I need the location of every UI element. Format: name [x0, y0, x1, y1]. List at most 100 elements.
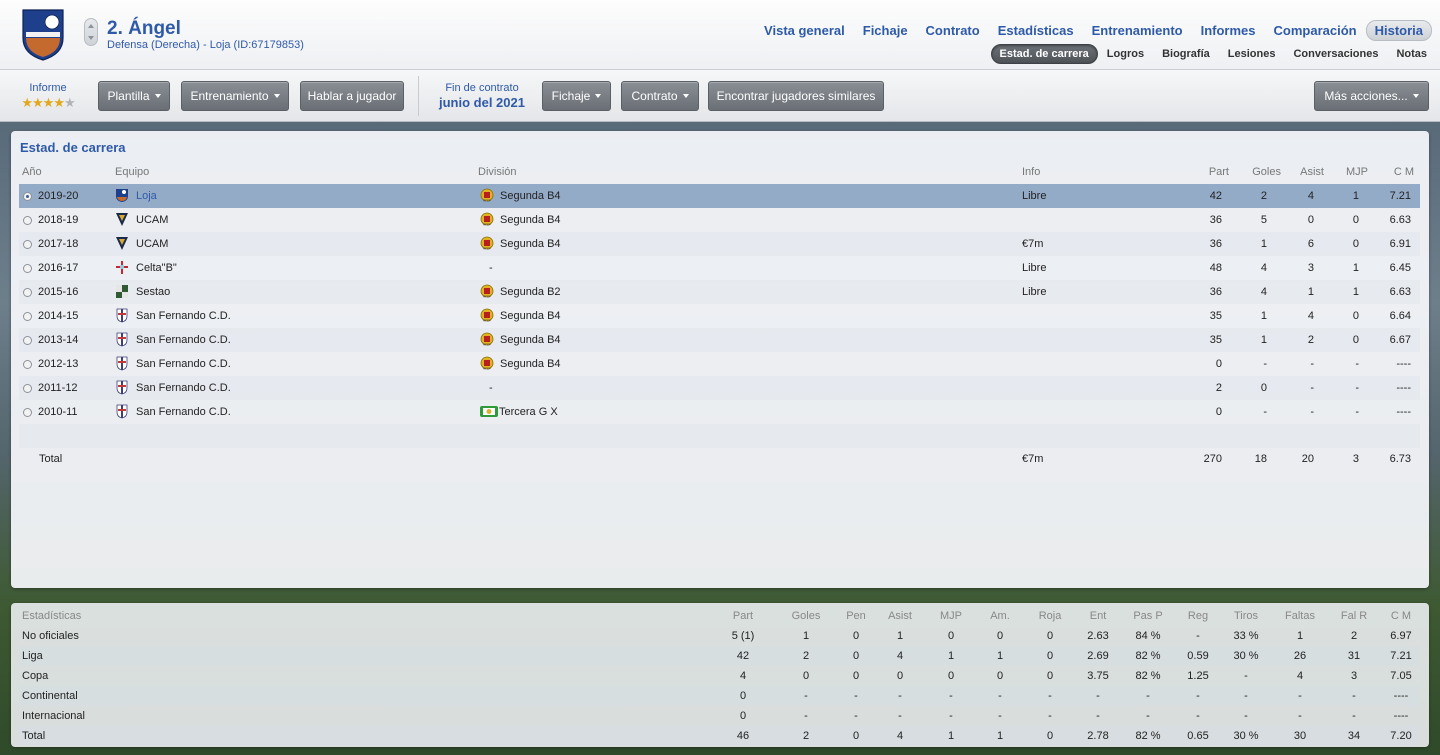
- team-name[interactable]: UCAM: [136, 214, 168, 226]
- row-select-radio[interactable]: [23, 192, 32, 201]
- team-name[interactable]: San Fernando C.D.: [136, 382, 231, 394]
- row-select-radio[interactable]: [23, 264, 32, 273]
- col-goals[interactable]: Goles: [1243, 166, 1281, 178]
- stats-col-header[interactable]: Part: [724, 610, 762, 622]
- subnav-conversations[interactable]: Conversaciones: [1284, 45, 1387, 63]
- division-name[interactable]: Segunda B4: [500, 334, 561, 346]
- team-name[interactable]: San Fernando C.D.: [136, 310, 231, 322]
- stats-col-header[interactable]: C M: [1382, 610, 1420, 622]
- competition-label: Copa: [22, 670, 49, 682]
- row-select-radio[interactable]: [23, 384, 32, 393]
- col-year[interactable]: Año: [22, 166, 42, 178]
- stats-col-header[interactable]: MJP: [932, 610, 970, 622]
- stats-col-header[interactable]: Pas P: [1129, 610, 1167, 622]
- stat-value: 34: [1347, 730, 1361, 742]
- team-crest-icon: [115, 380, 129, 395]
- team-name[interactable]: Loja: [136, 190, 157, 202]
- stats-col-header[interactable]: Am.: [981, 610, 1019, 622]
- player-position-club[interactable]: Defensa (Derecha) - Loja (ID:67179853): [107, 39, 304, 51]
- team-name[interactable]: San Fernando C.D.: [136, 334, 231, 346]
- stats-col-header[interactable]: Estadísticas: [22, 610, 81, 622]
- stats-col-header[interactable]: Roja: [1031, 610, 1069, 622]
- career-row[interactable]: 2011-12 San Fernando C.D. -2 0- - ----: [19, 376, 1420, 400]
- row-select-radio[interactable]: [23, 360, 32, 369]
- talk-to-player-button[interactable]: Hablar a jugador: [300, 81, 404, 111]
- stats-col-header[interactable]: Ent: [1079, 610, 1117, 622]
- col-rating[interactable]: C M: [1381, 166, 1414, 178]
- squad-button[interactable]: Plantilla: [98, 81, 170, 111]
- division-name[interactable]: Segunda B4: [500, 214, 561, 226]
- career-row[interactable]: 2019-20 Loja RFEF Segunda B4 Libre 42 2 4 1 7.21: [19, 184, 1420, 208]
- nav-transfer[interactable]: Fichaje: [854, 20, 917, 41]
- subnav-biography[interactable]: Biografía: [1153, 45, 1219, 63]
- career-row[interactable]: 2010-11 San Fernando C.D. Tercera G X0----…: [19, 400, 1420, 424]
- career-row[interactable]: 2014-15 San Fernando C.D. RFEF Segunda B4 35…: [19, 304, 1420, 328]
- subnav-achievements[interactable]: Logros: [1098, 45, 1153, 63]
- contract-button[interactable]: Contrato: [621, 81, 699, 111]
- row-select-radio[interactable]: [23, 336, 32, 345]
- nav-reports[interactable]: Informes: [1192, 20, 1265, 41]
- nav-overview[interactable]: Vista general: [755, 20, 854, 41]
- stats-col-header[interactable]: Asist: [881, 610, 919, 622]
- division-logo-icon: RFEF: [480, 284, 494, 299]
- team-crest-icon: [115, 404, 129, 419]
- division-name[interactable]: Segunda B2: [500, 286, 561, 298]
- career-row[interactable]: 2016-17 Celta"B" - Libre 48 4 3 1 6.45: [19, 256, 1420, 280]
- nav-comparison[interactable]: Comparación: [1265, 20, 1366, 41]
- col-apps[interactable]: Part: [1193, 166, 1229, 178]
- career-row[interactable]: 2012-13 San Fernando C.D. RFEF Segunda B4 0 -…: [19, 352, 1420, 376]
- stats-col-header[interactable]: Reg: [1179, 610, 1217, 622]
- col-pom[interactable]: MJP: [1338, 166, 1368, 178]
- player-switcher[interactable]: [84, 18, 98, 46]
- career-row[interactable]: 2018-19 UCAM RFEF Segunda B4 36 5 0 0 6.63: [19, 208, 1420, 232]
- division-name[interactable]: Segunda B4: [500, 358, 561, 370]
- nav-training[interactable]: Entrenamiento: [1083, 20, 1192, 41]
- subnav-notes[interactable]: Notas: [1387, 45, 1436, 63]
- col-info[interactable]: Info: [1022, 166, 1040, 178]
- find-similar-players-button[interactable]: Encontrar jugadores similares: [708, 81, 884, 111]
- subnav-injuries[interactable]: Lesiones: [1219, 45, 1285, 63]
- training-button[interactable]: Entrenamiento: [181, 81, 289, 111]
- stat-value: 1: [896, 630, 904, 642]
- stats-col-header[interactable]: Pen: [837, 610, 875, 622]
- more-actions-label: Más acciones...: [1324, 89, 1408, 103]
- nav-contract[interactable]: Contrato: [917, 20, 989, 41]
- stats-col-header[interactable]: Goles: [787, 610, 825, 622]
- career-row[interactable]: 2017-18 UCAM RFEF Segunda B4 €7m 36 1 6 0 6.91: [19, 232, 1420, 256]
- team-name[interactable]: Sestao: [136, 286, 170, 298]
- row-select-radio[interactable]: [23, 408, 32, 417]
- nav-stats[interactable]: Estadísticas: [989, 20, 1083, 41]
- career-row[interactable]: 2015-16 Sestao RFEF Segunda B2 Libre 36 4 1 1 6.6…: [19, 280, 1420, 304]
- subnav-career-stats[interactable]: Estad. de carrera: [990, 44, 1098, 64]
- career-row[interactable]: 2013-14 San Fernando C.D. RFEF Segunda B4 35…: [19, 328, 1420, 352]
- stat-value: -: [1146, 690, 1150, 702]
- report-rating[interactable]: Informe ★★★★★: [14, 82, 82, 109]
- division-name[interactable]: Tercera G X: [499, 406, 558, 418]
- stats-col-header[interactable]: Faltas: [1281, 610, 1319, 622]
- stats-row: Liga 42 2 0 4 1 1 0 2.69 82 % 0.59 30 % 26 31 7.21: [19, 646, 1420, 666]
- team-name[interactable]: San Fernando C.D.: [136, 358, 231, 370]
- row-select-radio[interactable]: [23, 288, 32, 297]
- svg-text:RFEF: RFEF: [483, 199, 491, 203]
- team-name[interactable]: Celta"B": [136, 262, 177, 274]
- empty-star-icon: ★: [63, 95, 76, 110]
- team-name[interactable]: UCAM: [136, 238, 168, 250]
- more-actions-button[interactable]: Más acciones...: [1314, 81, 1429, 111]
- division-name[interactable]: Segunda B4: [500, 310, 561, 322]
- col-division[interactable]: División: [478, 166, 517, 178]
- transfer-button[interactable]: Fichaje: [542, 81, 611, 111]
- stat-value: 0: [1046, 650, 1054, 662]
- col-assists[interactable]: Asist: [1291, 166, 1324, 178]
- stats-col-header[interactable]: Tiros: [1227, 610, 1265, 622]
- row-select-radio[interactable]: [23, 312, 32, 321]
- stat-value: 42: [736, 650, 750, 662]
- row-select-radio[interactable]: [23, 216, 32, 225]
- assists-value: 4: [1307, 190, 1314, 202]
- nav-history[interactable]: Historia: [1365, 20, 1432, 41]
- division-name[interactable]: Segunda B4: [500, 190, 561, 202]
- division-name[interactable]: Segunda B4: [500, 238, 561, 250]
- stats-col-header[interactable]: Fal R: [1335, 610, 1373, 622]
- team-name[interactable]: San Fernando C.D.: [136, 406, 231, 418]
- row-select-radio[interactable]: [23, 240, 32, 249]
- col-team[interactable]: Equipo: [115, 166, 149, 178]
